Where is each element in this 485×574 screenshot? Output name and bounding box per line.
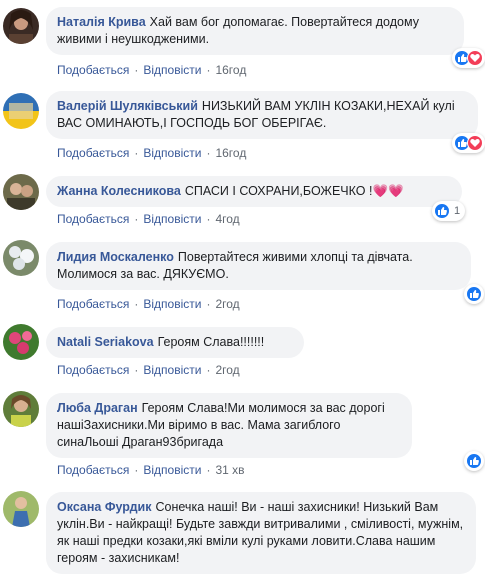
like-link[interactable]: Подобається — [57, 212, 129, 226]
reply-link[interactable]: Відповісти — [143, 146, 201, 160]
avatar[interactable] — [3, 491, 39, 527]
separator: · — [134, 146, 139, 160]
like-reaction-icon — [466, 453, 482, 469]
timestamp[interactable]: 31 хв — [215, 463, 244, 477]
comment-author[interactable]: Жанна Колесникова — [57, 184, 181, 198]
separator: · — [134, 463, 139, 477]
separator: · — [206, 212, 211, 226]
separator: · — [134, 363, 139, 377]
like-link[interactable]: Подобається — [57, 363, 129, 377]
timestamp[interactable]: 16год — [215, 146, 246, 160]
reaction-count: 1 — [454, 205, 461, 217]
reactions-badge[interactable] — [452, 133, 485, 153]
separator: · — [206, 463, 211, 477]
timestamp[interactable]: 2год — [215, 297, 239, 311]
separator: · — [206, 63, 211, 77]
like-link[interactable]: Подобається — [57, 63, 129, 77]
separator: · — [134, 297, 139, 311]
comment-author[interactable]: Валерій Шуляківський — [57, 99, 198, 113]
comment-actions: Подобається · Відповісти · 2год — [57, 363, 240, 377]
avatar[interactable] — [3, 174, 39, 210]
timestamp[interactable]: 2год — [215, 363, 239, 377]
timestamp[interactable]: 16год — [215, 63, 246, 77]
comment-author[interactable]: Лидия Москаленко — [57, 250, 174, 264]
avatar[interactable] — [3, 240, 39, 276]
avatar[interactable] — [3, 93, 39, 129]
comment-actions: Подобається · Відповісти · 31 хв — [57, 463, 245, 477]
comment-actions: Подобається · Відповісти · 16год — [57, 63, 246, 77]
separator: · — [134, 63, 139, 77]
separator: · — [206, 146, 211, 160]
comment-bubble: Наталія Крива Хай вам бог допомагає. Пове… — [46, 7, 464, 55]
reactions-badge[interactable] — [452, 48, 485, 68]
avatar[interactable] — [3, 324, 39, 360]
timestamp[interactable]: 4год — [215, 212, 239, 226]
comment-author[interactable]: Наталія Крива — [57, 15, 146, 29]
love-reaction-icon — [467, 50, 483, 66]
comment-text: Героям Слава!!!!!!! — [157, 335, 265, 349]
reactions-badge[interactable] — [464, 284, 484, 304]
reply-link[interactable]: Відповісти — [143, 63, 201, 77]
love-reaction-icon — [467, 135, 483, 151]
comment-bubble: Люба Драган Героям Слава!Ми молимося за в… — [46, 393, 412, 458]
comment-bubble: Жанна Колесникова СПАСИ І СОХРАНИ,БОЖЕЧКО… — [46, 176, 462, 207]
separator: · — [206, 297, 211, 311]
comment-bubble: Оксана Фурдик Сонечка наші! Ви - наші зах… — [46, 492, 476, 574]
like-link[interactable]: Подобається — [57, 297, 129, 311]
comment-bubble: Natali Seriakova Героям Слава!!!!!!! — [46, 327, 304, 358]
like-reaction-icon — [434, 203, 450, 219]
comment-author[interactable]: Люба Драган — [57, 401, 138, 415]
avatar[interactable] — [3, 391, 39, 427]
comment-actions: Подобається · Відповісти · 16год — [57, 146, 246, 160]
separator: · — [134, 212, 139, 226]
comment-actions: Подобається · Відповісти · 2год — [57, 297, 240, 311]
avatar[interactable] — [3, 8, 39, 44]
comment-text: СПАСИ І СОХРАНИ,БОЖЕЧКО !💗💗 — [184, 184, 404, 198]
separator: · — [206, 363, 211, 377]
comment-author[interactable]: Оксана Фурдик — [57, 500, 152, 514]
reply-link[interactable]: Відповісти — [143, 463, 201, 477]
comment-bubble: Валерій Шуляківський НИЗЬКИЙ ВАМ УКЛІН КО… — [46, 91, 478, 139]
reactions-badge[interactable] — [464, 451, 484, 471]
reactions-badge[interactable]: 1 — [432, 201, 466, 221]
comment-author[interactable]: Natali Seriakova — [57, 335, 154, 349]
reply-link[interactable]: Відповісти — [143, 363, 201, 377]
like-link[interactable]: Подобається — [57, 463, 129, 477]
like-reaction-icon — [466, 286, 482, 302]
reply-link[interactable]: Відповісти — [143, 297, 201, 311]
like-link[interactable]: Подобається — [57, 146, 129, 160]
comment-actions: Подобається · Відповісти · 4год — [57, 212, 240, 226]
comment-bubble: Лидия Москаленко Повертайтеся живими хлоп… — [46, 242, 471, 290]
reply-link[interactable]: Відповісти — [143, 212, 201, 226]
